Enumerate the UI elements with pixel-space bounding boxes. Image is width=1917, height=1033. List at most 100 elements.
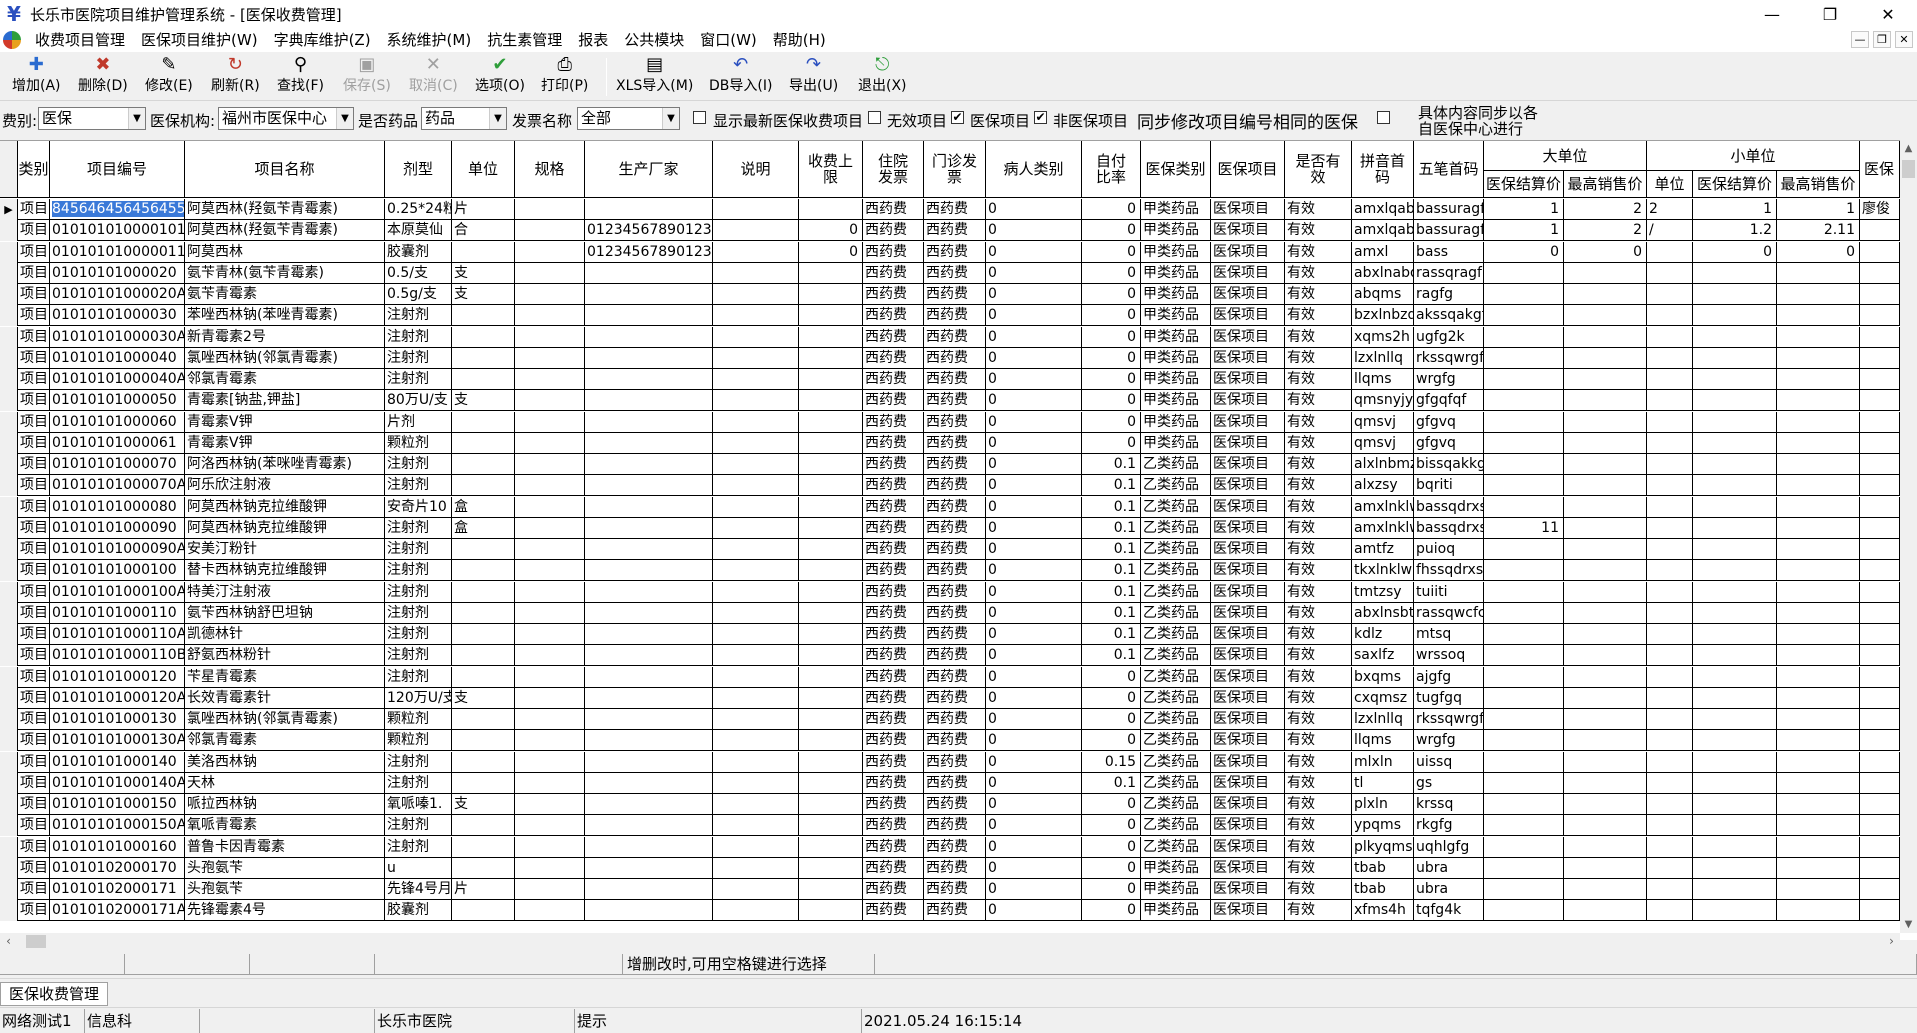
- cell-small-settle[interactable]: [1693, 602, 1777, 624]
- cell-small-unit[interactable]: [1647, 730, 1693, 752]
- cell-extra[interactable]: [1860, 879, 1900, 900]
- cell-desc[interactable]: [713, 836, 799, 858]
- cell-form[interactable]: 片剂: [385, 411, 452, 433]
- cell-self-pay[interactable]: 0: [1082, 815, 1141, 837]
- cell-maker[interactable]: [585, 666, 713, 688]
- cell-ins-item[interactable]: 医保项目: [1211, 687, 1285, 709]
- cell-category[interactable]: 项目: [18, 815, 50, 837]
- cell-patient-type[interactable]: 0: [986, 751, 1082, 773]
- cell-small-unit[interactable]: [1647, 496, 1693, 518]
- cell-inpatient[interactable]: 西药费: [863, 475, 924, 497]
- cell-ins-category[interactable]: 乙类药品: [1141, 539, 1211, 560]
- cell-big-max[interactable]: [1564, 496, 1647, 518]
- cell-desc[interactable]: [713, 879, 799, 900]
- cell-name[interactable]: 替卡西林钠克拉维酸钾: [185, 560, 385, 582]
- cell-big-settle[interactable]: [1484, 539, 1564, 560]
- cell-form[interactable]: 注射剂: [385, 326, 452, 348]
- cell-small-unit[interactable]: [1647, 836, 1693, 858]
- cell-wubi[interactable]: uissq: [1414, 751, 1484, 773]
- table-row[interactable]: 项目 01010101000130A 邻氯青霉素 颗粒剂 西药费 西药费 0 0 乙类药品 医保项…: [0, 730, 1900, 752]
- cell-patient-type[interactable]: 0: [986, 836, 1082, 858]
- cell-self-pay[interactable]: 0: [1082, 794, 1141, 815]
- cell-upper[interactable]: 0: [799, 241, 863, 263]
- cell-small-settle[interactable]: [1693, 432, 1777, 454]
- cell-category[interactable]: 项目: [18, 836, 50, 858]
- cell-maker[interactable]: [585, 517, 713, 539]
- cell-big-settle[interactable]: [1484, 496, 1564, 518]
- cell-small-settle[interactable]: [1693, 347, 1777, 369]
- cell-spec[interactable]: [515, 262, 585, 284]
- cell-outpatient[interactable]: 西药费: [924, 432, 986, 454]
- cell-small-unit[interactable]: [1647, 624, 1693, 645]
- cell-small-max[interactable]: [1777, 687, 1860, 709]
- cell-upper[interactable]: [799, 539, 863, 560]
- cell-big-max[interactable]: [1564, 347, 1647, 369]
- cell-big-settle[interactable]: [1484, 369, 1564, 390]
- cell-small-settle[interactable]: [1693, 815, 1777, 837]
- cell-self-pay[interactable]: 0.1: [1082, 539, 1141, 560]
- cell-maker[interactable]: [585, 475, 713, 497]
- cell-big-max[interactable]: [1564, 284, 1647, 305]
- cell-ins-category[interactable]: 乙类药品: [1141, 454, 1211, 475]
- mdi-minimize-button[interactable]: —: [1851, 31, 1869, 48]
- cell-unit[interactable]: [452, 836, 515, 858]
- cell-unit[interactable]: 合: [452, 220, 515, 242]
- cell-extra[interactable]: [1860, 900, 1900, 922]
- cell-code[interactable]: 01010101000120: [50, 666, 185, 688]
- cell-ins-item[interactable]: 医保项目: [1211, 475, 1285, 497]
- cell-small-settle[interactable]: [1693, 751, 1777, 773]
- cell-spec[interactable]: [515, 560, 585, 582]
- cell-self-pay[interactable]: 0.1: [1082, 454, 1141, 475]
- cell-desc[interactable]: [713, 794, 799, 815]
- cell-category[interactable]: 项目: [18, 539, 50, 560]
- cell-ins-category[interactable]: 乙类药品: [1141, 560, 1211, 582]
- cell-patient-type[interactable]: 0: [986, 815, 1082, 837]
- cell-big-max[interactable]: 2: [1564, 220, 1647, 242]
- cell-desc[interactable]: [713, 241, 799, 263]
- cell-pinyin[interactable]: amtfz: [1352, 539, 1414, 560]
- cell-pinyin[interactable]: kdlz: [1352, 624, 1414, 645]
- cell-name[interactable]: 凯德林针: [185, 624, 385, 645]
- cell-small-settle[interactable]: [1693, 560, 1777, 582]
- cell-ins-category[interactable]: 乙类药品: [1141, 730, 1211, 752]
- cell-pinyin[interactable]: amxlnklw: [1352, 496, 1414, 518]
- cell-big-settle[interactable]: [1484, 262, 1564, 284]
- table-row[interactable]: 项目 01010101000030 苯唑西林钠(苯唑青霉素) 注射剂 西药费 西药费 0 0 甲…: [0, 305, 1900, 327]
- cell-small-unit[interactable]: [1647, 475, 1693, 497]
- row-selector[interactable]: [0, 454, 18, 475]
- cell-inpatient[interactable]: 西药费: [863, 772, 924, 794]
- cell-spec[interactable]: [515, 666, 585, 688]
- cell-small-unit[interactable]: [1647, 709, 1693, 730]
- cell-small-settle[interactable]: [1693, 645, 1777, 667]
- menu-fee-items[interactable]: 收费项目管理: [27, 28, 133, 52]
- cell-unit[interactable]: [452, 369, 515, 390]
- cell-form[interactable]: 先锋4号月: [385, 879, 452, 900]
- mdi-close-button[interactable]: ✕: [1895, 31, 1913, 48]
- cell-small-settle[interactable]: [1693, 369, 1777, 390]
- cell-category[interactable]: 项目: [18, 432, 50, 454]
- cell-extra[interactable]: [1860, 857, 1900, 879]
- cell-code[interactable]: 01010101000110A: [50, 624, 185, 645]
- cell-self-pay[interactable]: 0.1: [1082, 645, 1141, 667]
- cell-big-settle[interactable]: [1484, 836, 1564, 858]
- cell-desc[interactable]: [713, 730, 799, 752]
- cell-small-max[interactable]: [1777, 390, 1860, 412]
- cell-unit[interactable]: [452, 241, 515, 263]
- cell-ins-item[interactable]: 医保项目: [1211, 539, 1285, 560]
- cell-wubi[interactable]: rkssqwrgf: [1414, 347, 1484, 369]
- cell-big-settle[interactable]: [1484, 666, 1564, 688]
- cell-category[interactable]: 项目: [18, 475, 50, 497]
- cell-code[interactable]: 84564645645645546: [50, 199, 185, 220]
- restore-button[interactable]: ❐: [1801, 0, 1859, 28]
- cell-self-pay[interactable]: 0: [1082, 836, 1141, 858]
- cell-desc[interactable]: [713, 560, 799, 582]
- cell-inpatient[interactable]: 西药费: [863, 751, 924, 773]
- cell-code[interactable]: 01010101000050: [50, 390, 185, 412]
- cell-name[interactable]: 阿乐欣注射液: [185, 475, 385, 497]
- cell-small-settle[interactable]: [1693, 411, 1777, 433]
- cell-ins-item[interactable]: 医保项目: [1211, 666, 1285, 688]
- cell-desc[interactable]: [713, 666, 799, 688]
- cell-form[interactable]: 80万U/支: [385, 390, 452, 412]
- cell-ins-item[interactable]: 医保项目: [1211, 241, 1285, 263]
- cell-upper[interactable]: [799, 284, 863, 305]
